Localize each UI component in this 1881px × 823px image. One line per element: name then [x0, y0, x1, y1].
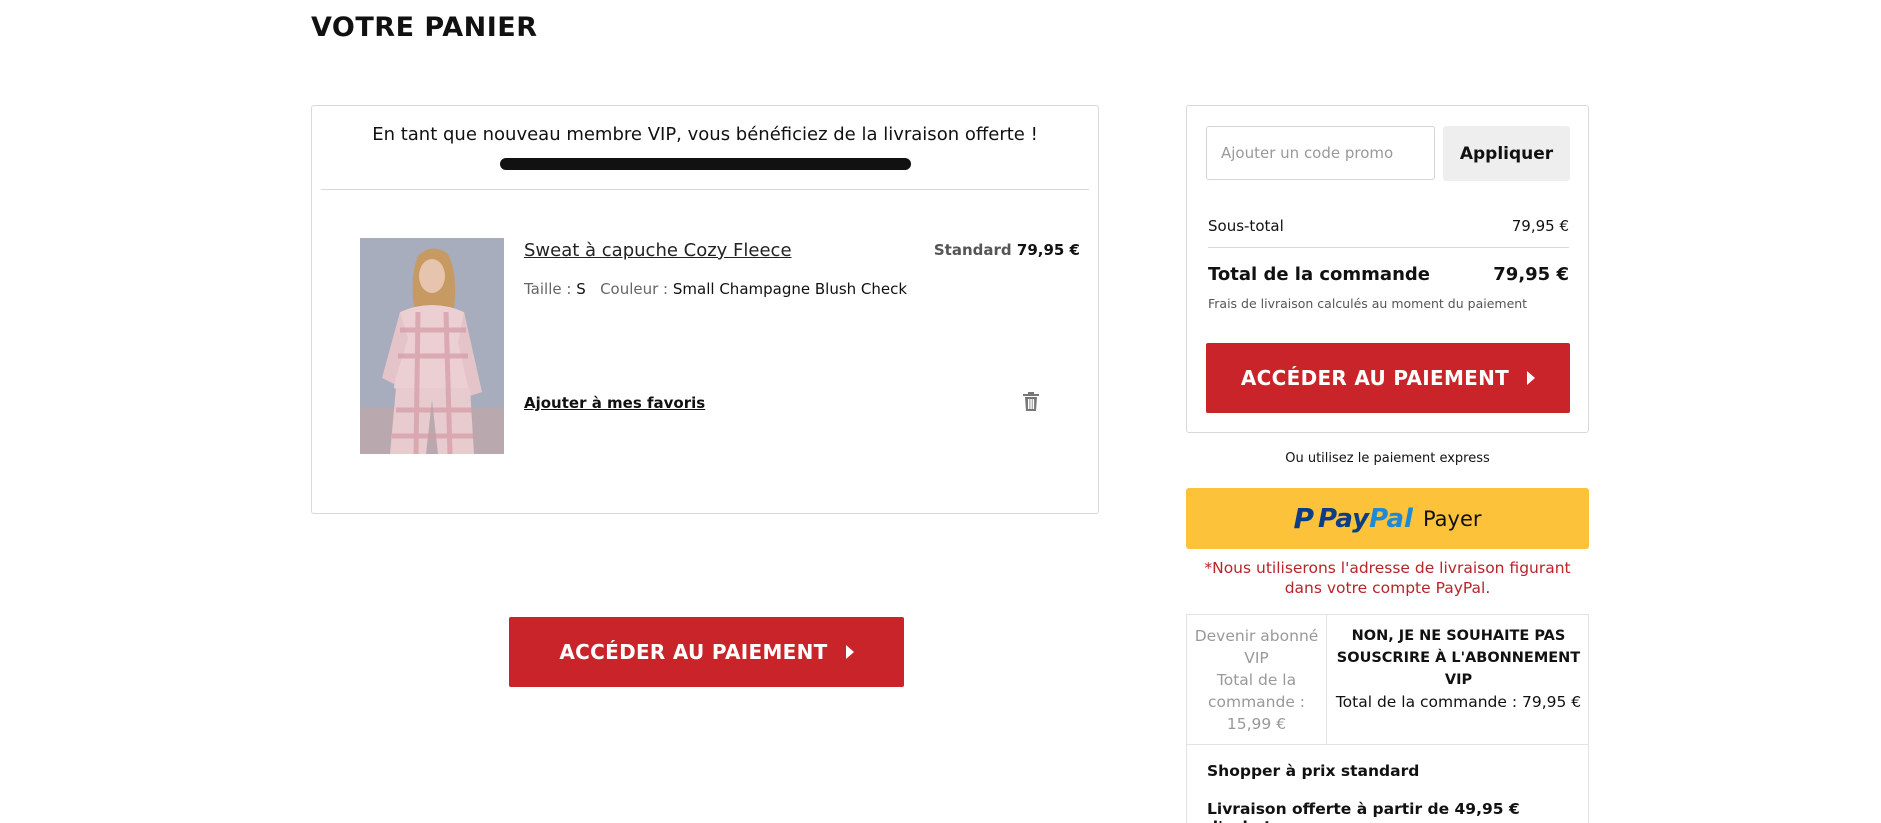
- divider: [321, 189, 1089, 190]
- vip-option-text: Total de la: [1216, 671, 1297, 689]
- product-price: Standard 79,95 €: [934, 241, 1080, 259]
- product-name-link[interactable]: Sweat à capuche Cozy Fleece: [524, 240, 792, 261]
- apply-promo-button[interactable]: Appliquer: [1443, 126, 1570, 181]
- subtotal-value: 79,95 €: [1511, 217, 1569, 235]
- price-value: 79,95 €: [1016, 241, 1080, 259]
- cart-card: En tant que nouveau membre VIP, vous bén…: [311, 105, 1099, 514]
- checkout-label: ACCÉDER AU PAIEMENT: [559, 640, 828, 664]
- add-to-favorites-link[interactable]: Ajouter à mes favoris: [524, 394, 705, 412]
- subtotal-label: Sous-total: [1208, 217, 1284, 235]
- price-type-label: Standard: [933, 241, 1012, 259]
- total-row: Total de la commande 79,95 €: [1208, 264, 1569, 285]
- vip-offer-table: Devenir abonné VIP Total de la commande …: [1186, 614, 1589, 823]
- paypal-payer-label: Payer: [1422, 506, 1482, 531]
- decline-vip-option[interactable]: NON, JE NE SOUHAITE PAS SOUSCRIRE À L'AB…: [1328, 615, 1589, 744]
- vip-progress-bar: [500, 158, 911, 170]
- vip-option-text: commande :: [1207, 693, 1306, 711]
- decline-vip-text: SOUSCRIRE À L'ABONNEMENT VIP: [1336, 650, 1581, 688]
- vip-option-text: VIP: [1244, 649, 1269, 667]
- color-value: Small Champagne Blush Check: [672, 280, 908, 298]
- total-label: Total de la commande: [1208, 264, 1430, 285]
- color-label: Couleur :: [600, 280, 669, 298]
- vip-option-price: 15,99 €: [1226, 715, 1287, 733]
- paypal-word-pal: Pal: [1369, 503, 1413, 534]
- caret-right-icon: [1527, 371, 1536, 385]
- subtotal-row: Sous-total 79,95 €: [1208, 217, 1569, 235]
- standard-shopper-label: Shopper à prix standard: [1207, 762, 1420, 780]
- vip-shipping-message: En tant que nouveau membre VIP, vous bén…: [372, 124, 1038, 145]
- size-label: Taille :: [524, 280, 572, 298]
- checkout-button-main[interactable]: ACCÉDER AU PAIEMENT: [509, 617, 904, 687]
- checkout-button-side[interactable]: ACCÉDER AU PAIEMENT: [1206, 343, 1570, 413]
- product-attributes: Taille : S Couleur : Small Champagne Blu…: [524, 280, 907, 298]
- paypal-word-pay: Pay: [1318, 503, 1370, 534]
- caret-right-icon: [845, 645, 854, 659]
- size-value: S: [576, 280, 586, 298]
- divider: [1208, 247, 1569, 248]
- shipping-fees-note: Frais de livraison calculés au moment du…: [1208, 296, 1528, 311]
- paypal-p-icon: P: [1293, 502, 1314, 535]
- trash-icon[interactable]: [1022, 392, 1040, 412]
- paypal-button[interactable]: P Pay Pal Payer: [1186, 488, 1589, 549]
- free-shipping-threshold: Livraison offerte à partir de 49,95 € d'…: [1207, 800, 1520, 823]
- paypal-note-line: *Nous utiliserons l'adresse de livraison…: [1204, 559, 1571, 577]
- become-vip-option[interactable]: Devenir abonné VIP Total de la commande …: [1187, 615, 1327, 744]
- divider: [1187, 744, 1588, 745]
- decline-vip-total: Total de la commande : 79,95 €: [1335, 693, 1582, 711]
- product-photo-icon: [360, 238, 504, 454]
- decline-vip-text: NON, JE NE SOUHAITE PAS: [1351, 628, 1566, 644]
- order-summary-card: Ajouter un code promo Appliquer Sous-tot…: [1186, 105, 1589, 433]
- express-payment-label: Ou utilisez le paiement express: [1285, 451, 1490, 466]
- product-image[interactable]: [360, 238, 504, 454]
- checkout-label: ACCÉDER AU PAIEMENT: [1240, 366, 1510, 390]
- promo-code-input[interactable]: Ajouter un code promo: [1206, 126, 1435, 180]
- paypal-address-note: *Nous utiliserons l'adresse de livraison…: [1186, 558, 1589, 598]
- paypal-logo: P Pay Pal Payer: [1293, 502, 1481, 535]
- vip-option-text: Devenir abonné: [1194, 627, 1319, 645]
- total-value: 79,95 €: [1493, 264, 1569, 285]
- paypal-note-line: dans votre compte PayPal.: [1284, 579, 1491, 597]
- page-title: VOTRE PANIER: [311, 12, 538, 43]
